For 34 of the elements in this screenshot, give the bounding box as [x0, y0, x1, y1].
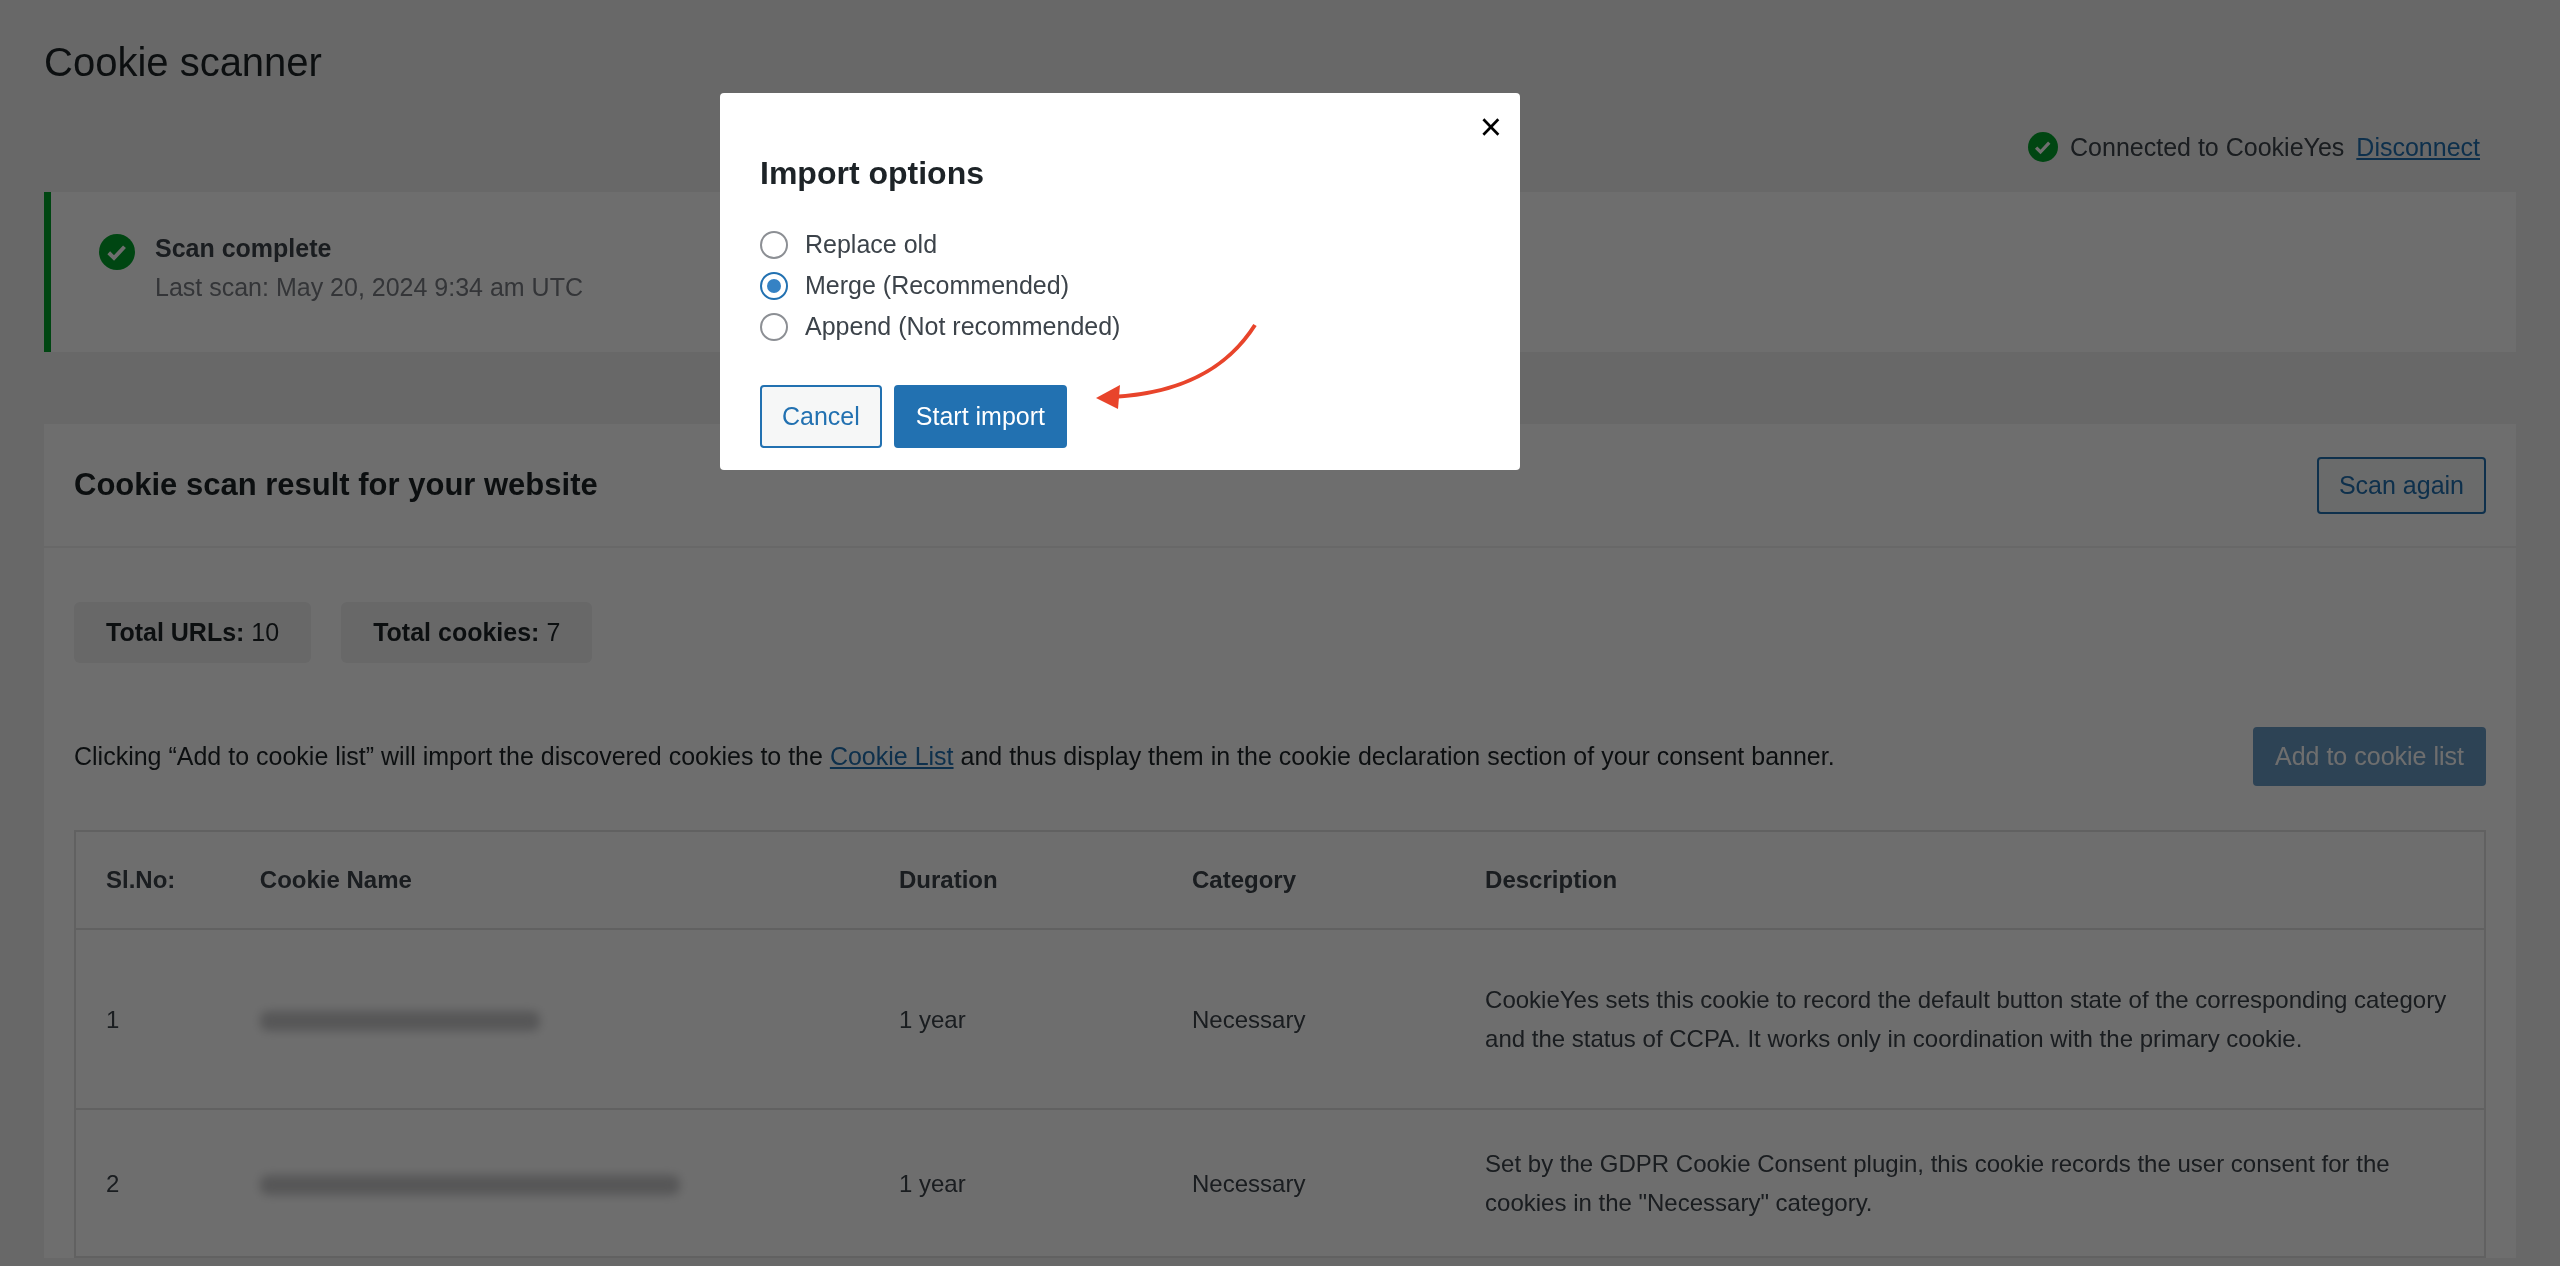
check-circle-icon [2028, 132, 2059, 162]
radio-button[interactable] [760, 271, 788, 300]
close-button[interactable]: × [1471, 103, 1510, 151]
radio-button[interactable] [760, 230, 788, 259]
table-cell: 1 year [868, 929, 1163, 1109]
notice-title: Scan complete [155, 234, 333, 263]
column-header: Cookie Name [229, 831, 869, 929]
table-cell: 1 [75, 929, 230, 1109]
table-cell: 2 [75, 1109, 230, 1257]
table-cell: Necessary [1162, 1109, 1456, 1257]
option-label[interactable]: Append (Not recommended) [805, 312, 1121, 341]
table-cell: CookieYes sets this cookie to record the default button state of the corresponding category and the status of CCPA. It works only in coordination with the primary cookie. [1455, 929, 2485, 1109]
check-circle-icon [99, 234, 135, 270]
table-cell: 1 year [868, 1109, 1163, 1257]
card-title: Cookie scan result for your website [74, 467, 598, 503]
last-scan-text: Last scan: May 20, 2024 9:34 am UTC [155, 273, 583, 302]
column-header: Duration [868, 831, 1163, 929]
dialog-title: Import options [760, 155, 985, 192]
import-note: Clicking “Add to cookie list” will import the discovered cookies to the Cookie List and thus display them in the cookie declaration section of your consent banner. [74, 742, 1835, 771]
start-import-button[interactable]: Start import [893, 385, 1068, 448]
column-header: Category [1162, 831, 1456, 929]
cookie-list-link[interactable]: Cookie List [829, 742, 954, 770]
radio-button[interactable] [760, 312, 788, 341]
table-cell: Necessary [1162, 929, 1456, 1109]
stat-chip: Total cookies: 7 [341, 602, 593, 663]
column-header: Description [1455, 831, 2485, 929]
option-label[interactable]: Merge (Recommended) [805, 271, 1069, 300]
table-cell: Set by the GDPR Cookie Consent plugin, this cookie records the user consent for the cookies in the "Necessary" category. [1455, 1109, 2485, 1257]
connection-status: Connected to CookieYes [2070, 132, 2345, 162]
cancel-button[interactable]: Cancel [760, 385, 882, 448]
stat-chip: Total URLs: 10 [74, 602, 312, 663]
option-label[interactable]: Replace old [805, 230, 938, 259]
column-header: Sl.No: [75, 831, 230, 929]
page-title: Cookie scanner [44, 39, 323, 86]
